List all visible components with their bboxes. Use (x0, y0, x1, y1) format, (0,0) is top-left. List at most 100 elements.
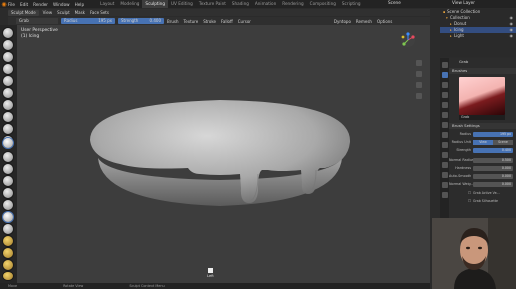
brush-dropdown[interactable]: Brush (167, 19, 179, 24)
tab-rendering[interactable]: Rendering (279, 0, 306, 8)
tool-tab-icon[interactable] (441, 62, 448, 68)
mode-selector[interactable]: Sculpt Mode (8, 9, 39, 16)
normal-weight-row: Normal Weig... 0.000 (449, 181, 516, 187)
rotate-tool-icon[interactable] (3, 260, 13, 270)
strength-value: 0.400 (149, 18, 161, 23)
tab-scripting[interactable]: Scripting (339, 0, 364, 8)
grab-active-checkbox[interactable]: ☐ (449, 191, 473, 195)
texture-dropdown[interactable]: Texture (184, 19, 199, 24)
thumb-tool-icon[interactable] (3, 224, 13, 234)
radius-field[interactable]: 195 px (473, 131, 513, 137)
radius-label: Radius (459, 132, 471, 136)
fill-tool-icon[interactable] (3, 164, 13, 174)
crease-tool-icon[interactable] (3, 124, 13, 134)
grab-silhouette-checkbox[interactable]: ☐ (449, 199, 473, 203)
tab-modeling[interactable]: Modeling (117, 0, 142, 8)
auto-smooth-field[interactable]: 0.000 (473, 173, 513, 179)
menu-view[interactable]: View (43, 10, 53, 15)
nudge-tool-icon[interactable] (3, 248, 13, 258)
tab-compositing[interactable]: Compositing (307, 0, 339, 8)
normal-weight-field[interactable]: 0.000 (473, 181, 513, 187)
tab-sculpting[interactable]: Sculpting (142, 0, 168, 8)
scene-tab-icon[interactable] (441, 112, 448, 118)
hardness-field[interactable]: 0.000 (473, 165, 513, 171)
pinch-tool-icon[interactable] (3, 188, 13, 198)
blob-tool-icon[interactable] (3, 112, 13, 122)
clay-thumb-tool-icon[interactable] (3, 76, 13, 86)
pose-tool-icon[interactable] (3, 236, 13, 246)
clay-strips-tool-icon[interactable] (3, 64, 13, 74)
object-tab-icon[interactable] (441, 132, 448, 138)
radius-unit-scene[interactable]: Scene (493, 139, 513, 145)
brush-settings-section-header[interactable]: Brush Settings (449, 123, 516, 129)
blender-logo-icon[interactable]: ◉ (0, 0, 8, 8)
brush-selector[interactable]: Grab (16, 18, 58, 24)
brush-name-field[interactable]: Grab (459, 115, 505, 120)
render-tab-icon[interactable] (441, 82, 448, 88)
remesh-dropdown[interactable]: Remesh (356, 19, 372, 24)
tab-uv-editing[interactable]: UV Editing (168, 0, 196, 8)
layer-tool-icon[interactable] (3, 88, 13, 98)
menu-render[interactable]: Render (33, 2, 48, 7)
physics-tab-icon[interactable] (441, 162, 448, 168)
tab-texture-paint[interactable]: Texture Paint (196, 0, 229, 8)
camera-icon[interactable] (416, 82, 422, 88)
falloff-dropdown[interactable]: Falloff (221, 19, 233, 24)
strength-value: 0.400 (501, 147, 511, 152)
icing-mesh[interactable] (80, 90, 360, 220)
menu-help[interactable]: Help (75, 2, 85, 7)
normal-radius-field[interactable]: 0.500 (473, 157, 513, 163)
tab-layout[interactable]: Layout (97, 0, 117, 8)
tab-animation[interactable]: Animation (252, 0, 279, 8)
hardness-row: Hardness 0.000 (449, 165, 516, 171)
elastic-deform-tool-icon[interactable] (3, 200, 13, 210)
outliner-row-label: Donut (454, 21, 467, 26)
view-layer-selector[interactable]: View Layer (452, 0, 475, 5)
clay-tool-icon[interactable] (3, 52, 13, 62)
scene-selector[interactable]: Scene (388, 0, 401, 5)
snake-hook-tool-icon[interactable] (3, 212, 13, 222)
active-tool-tab-icon[interactable] (441, 72, 448, 78)
data-tab-icon[interactable] (441, 182, 448, 188)
outliner-light[interactable]: ▸ Light ◉ (440, 33, 516, 39)
material-tab-icon[interactable] (441, 192, 448, 198)
world-tab-icon[interactable] (441, 122, 448, 128)
stroke-dropdown[interactable]: Stroke (203, 19, 216, 24)
strength-field[interactable]: 0.400 (473, 147, 513, 153)
radius-unit-view[interactable]: View (473, 139, 493, 145)
draw-tool-icon[interactable] (3, 28, 13, 38)
dyntopo-dropdown[interactable]: Dyntopo (334, 19, 351, 24)
cursor-dropdown[interactable]: Cursor (238, 19, 251, 24)
flatten-tool-icon[interactable] (3, 152, 13, 162)
hand-pan-icon[interactable] (416, 71, 422, 77)
constraints-tab-icon[interactable] (441, 172, 448, 178)
eye-icon[interactable]: ◉ (510, 33, 514, 39)
tab-shading[interactable]: Shading (229, 0, 252, 8)
brushes-section-header[interactable]: Brushes (449, 68, 516, 74)
brush-preview[interactable] (459, 77, 505, 115)
modifier-tab-icon[interactable] (441, 142, 448, 148)
zoom-icon[interactable] (416, 60, 422, 66)
options-dropdown[interactable]: Options (377, 19, 392, 24)
radius-field[interactable]: Radius 195 px (61, 18, 115, 24)
menu-window[interactable]: Window (53, 2, 70, 7)
menu-edit[interactable]: Edit (20, 2, 28, 7)
particles-tab-icon[interactable] (441, 152, 448, 158)
grid-icon[interactable] (416, 93, 422, 99)
menu-face-sets[interactable]: Face Sets (90, 10, 109, 15)
inflate-tool-icon[interactable] (3, 100, 13, 110)
outliner-row-label: Icing (454, 27, 464, 32)
grab-tool-icon[interactable] (3, 138, 13, 148)
menu-sculpt[interactable]: Sculpt (57, 10, 70, 15)
output-tab-icon[interactable] (441, 92, 448, 98)
scrape-tool-icon[interactable] (3, 176, 13, 186)
navigation-gizmo[interactable] (400, 32, 416, 48)
strength-field[interactable]: Strength 0.400 (118, 18, 164, 24)
radius-value: 195 px (499, 131, 511, 136)
mask-tool-icon[interactable] (3, 272, 13, 280)
menu-file[interactable]: File (8, 2, 15, 7)
menu-mask[interactable]: Mask (75, 10, 85, 15)
outliner-row-label: Collection (450, 15, 470, 20)
draw-sharp-tool-icon[interactable] (3, 40, 13, 50)
view-layer-tab-icon[interactable] (441, 102, 448, 108)
